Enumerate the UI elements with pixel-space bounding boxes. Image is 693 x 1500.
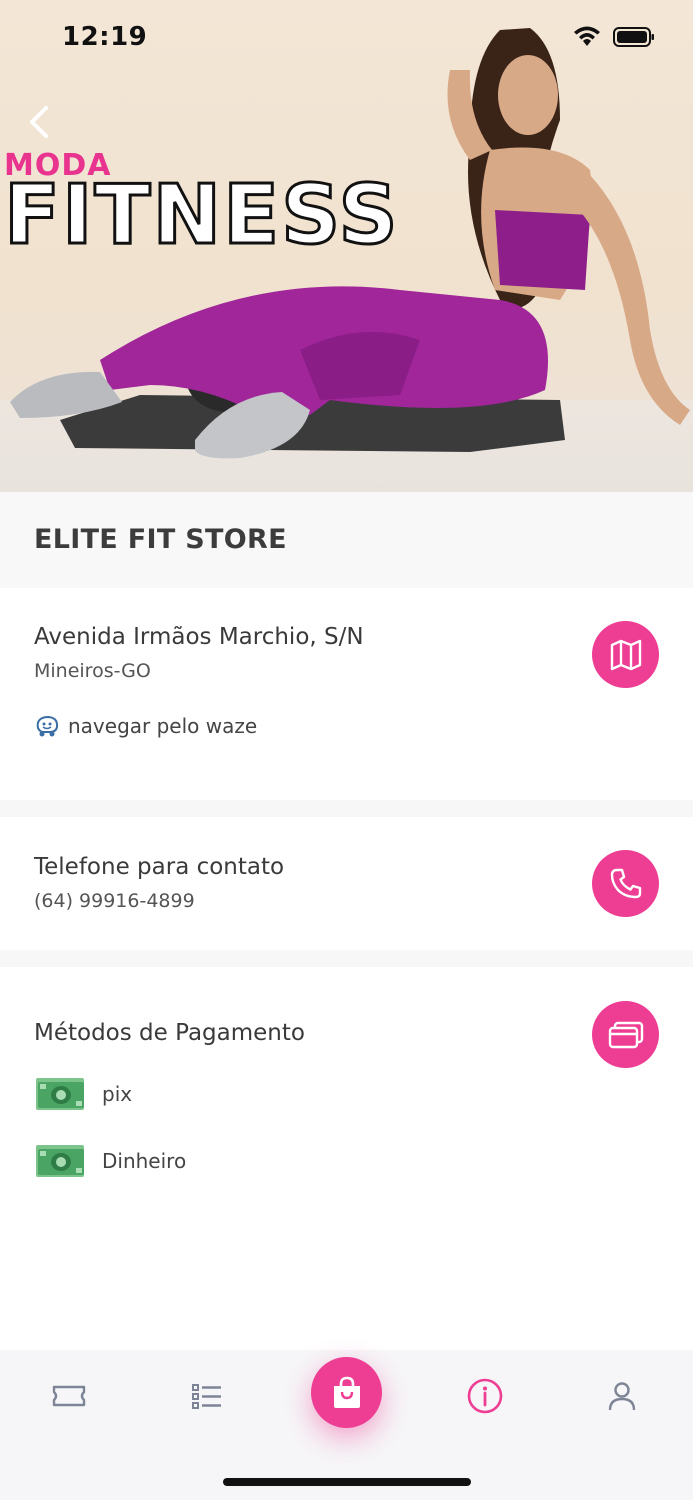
call-button[interactable] xyxy=(592,850,659,917)
store-name: ELITE FIT STORE xyxy=(34,524,287,555)
address-street: Avenida Irmãos Marchio, S/N xyxy=(34,624,364,650)
section-divider xyxy=(0,950,693,967)
payment-title: Métodos de Pagamento xyxy=(34,1020,305,1046)
back-button[interactable] xyxy=(22,100,62,144)
map-button[interactable] xyxy=(592,621,659,688)
address-card xyxy=(0,588,693,800)
battery-icon xyxy=(613,27,654,47)
payment-method-item: Dinheiro xyxy=(34,1143,186,1179)
contact-title: Telefone para contato xyxy=(34,854,285,880)
phone-icon xyxy=(610,868,641,898)
contact-phone: (64) 99916-4899 xyxy=(34,890,195,912)
shopping-bag-icon xyxy=(333,1376,360,1408)
wifi-icon xyxy=(574,26,600,46)
nav-list[interactable] xyxy=(187,1376,227,1416)
map-icon xyxy=(610,639,641,670)
hero-banner: 12:19 MODA FITNESS xyxy=(0,0,693,492)
section-divider xyxy=(0,800,693,817)
payment-methods-button[interactable] xyxy=(592,1001,659,1068)
payment-method-label: pix xyxy=(102,1082,133,1106)
status-icons xyxy=(573,26,655,48)
waze-link[interactable]: navegar pelo waze xyxy=(34,714,257,738)
nav-shop[interactable] xyxy=(311,1357,382,1428)
cash-icon xyxy=(36,1145,84,1177)
user-icon xyxy=(608,1382,636,1411)
contact-card xyxy=(0,817,693,950)
waze-label: navegar pelo waze xyxy=(68,714,258,738)
waze-icon xyxy=(36,715,59,737)
status-time: 12:19 xyxy=(62,22,148,52)
payment-method-label: Dinheiro xyxy=(102,1149,187,1173)
cash-icon xyxy=(36,1078,84,1110)
brand-fitness-text: FITNESS xyxy=(3,167,400,265)
credit-card-icon xyxy=(608,1021,643,1048)
home-indicator xyxy=(223,1478,471,1486)
payment-method-item: pix xyxy=(34,1076,132,1112)
nav-profile[interactable] xyxy=(602,1376,642,1416)
address-city: Mineiros-GO xyxy=(34,660,151,682)
nav-tickets[interactable] xyxy=(49,1376,89,1416)
list-icon xyxy=(192,1384,221,1409)
nav-info[interactable] xyxy=(465,1376,505,1416)
ticket-icon xyxy=(52,1385,86,1407)
chevron-left-icon xyxy=(30,106,48,138)
info-icon xyxy=(467,1378,503,1414)
